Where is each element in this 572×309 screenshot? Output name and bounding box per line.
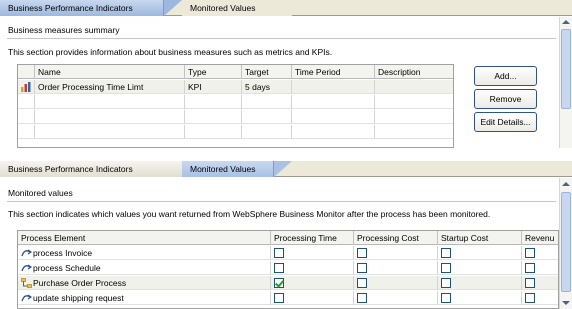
business-performance-editor: Business Performance Indicators Monitore… — [0, 0, 572, 148]
process-element-cell: Purchase Order Process — [18, 276, 271, 290]
tab-label: Monitored Values — [190, 3, 256, 13]
process-task-icon — [21, 264, 32, 272]
startup-cost-checkbox[interactable] — [441, 263, 451, 273]
process-element-cell: update shipping request — [18, 291, 271, 305]
table-row-empty — [18, 110, 453, 124]
tab-divider — [164, 0, 182, 16]
section-divider — [7, 201, 556, 202]
processing-time-checkbox[interactable] — [274, 248, 284, 258]
processing-cost-checkbox[interactable] — [357, 293, 367, 303]
processing-cost-checkbox[interactable] — [357, 248, 367, 258]
table-row-empty — [18, 125, 453, 139]
processing-cost-checkbox[interactable] — [357, 278, 367, 288]
monitored-values-editor: Business Performance Indicators Monitore… — [0, 161, 572, 309]
measure-name: Order Processing Time Limt — [35, 80, 185, 94]
processing-time-checkbox[interactable] — [274, 263, 284, 273]
measure-description — [375, 80, 453, 94]
startup-cost-checkbox[interactable] — [441, 293, 451, 303]
column-header-time-period[interactable]: Time Period — [292, 65, 375, 79]
table-row[interactable]: process Schedule — [18, 261, 558, 275]
vertical-scrollbar[interactable] — [559, 178, 572, 309]
scrollbar-thumb[interactable] — [561, 192, 571, 292]
section-description: This section indicates which values you … — [8, 209, 491, 219]
column-header-process-element[interactable]: Process Element — [18, 231, 271, 245]
startup-cost-checkbox[interactable] — [441, 248, 451, 258]
section-title: Business measures summary — [8, 25, 120, 35]
revenue-checkbox[interactable] — [525, 248, 535, 258]
add-button[interactable]: Add... — [474, 66, 537, 86]
process-element-label: process Invoice — [33, 248, 93, 258]
column-header-processing-time[interactable]: Processing Time — [271, 231, 354, 245]
tab-label: Business Performance Indicators — [8, 3, 133, 13]
process-task-icon — [21, 294, 32, 302]
monitored-values-table[interactable]: Process Element Processing Time Processi… — [17, 230, 559, 309]
column-header-description[interactable]: Description — [375, 65, 453, 79]
processing-time-checkbox[interactable] — [274, 293, 284, 303]
scroll-up-arrow-icon[interactable] — [562, 182, 570, 186]
vertical-scrollbar[interactable] — [559, 17, 572, 148]
remove-button[interactable]: Remove — [474, 89, 537, 109]
business-measures-table[interactable]: Name Type Target Time Period Description… — [17, 64, 454, 148]
measure-time-period — [292, 80, 375, 94]
column-header-revenue[interactable]: Revenu — [522, 231, 558, 245]
table-row-empty — [18, 95, 453, 109]
editor-tab-bar: Business Performance Indicators Monitore… — [0, 161, 572, 177]
revenue-checkbox[interactable] — [525, 293, 535, 303]
process-task-icon — [21, 249, 32, 257]
tab-business-performance-indicators[interactable]: Business Performance Indicators — [0, 0, 164, 16]
table-row[interactable]: Purchase Order Process — [18, 276, 558, 290]
revenue-checkbox[interactable] — [525, 263, 535, 273]
section-title: Monitored values — [8, 188, 73, 198]
table-row[interactable]: Order Processing Time Limt KPI 5 days — [18, 80, 453, 94]
editor-tab-bar: Business Performance Indicators Monitore… — [0, 0, 572, 16]
edit-details-button[interactable]: Edit Details... — [474, 112, 537, 132]
column-header-startup-cost[interactable]: Startup Cost — [438, 231, 522, 245]
table-row[interactable]: update shipping request — [18, 291, 558, 305]
process-element-label: process Schedule — [33, 263, 101, 273]
tab-divider — [274, 161, 292, 177]
section-divider — [7, 38, 556, 39]
process-element-label: Purchase Order Process — [33, 278, 127, 288]
table-row[interactable]: process Invoice — [18, 246, 558, 260]
table-header-row: Name Type Target Time Period Description — [18, 65, 453, 79]
panel-separator — [0, 148, 572, 161]
measure-target: 5 days — [242, 80, 292, 94]
column-header-processing-cost[interactable]: Processing Cost — [354, 231, 438, 245]
column-header-name[interactable]: Name — [35, 65, 185, 79]
tab-label: Monitored Values — [190, 164, 256, 174]
tab-monitored-values[interactable]: Monitored Values — [182, 161, 274, 177]
scroll-up-arrow-icon[interactable] — [562, 20, 570, 24]
tab-business-performance-indicators[interactable]: Business Performance Indicators — [0, 161, 182, 177]
tab-monitored-values[interactable]: Monitored Values — [182, 0, 292, 16]
measure-type: KPI — [185, 80, 242, 94]
startup-cost-checkbox[interactable] — [441, 278, 451, 288]
process-flow-icon — [21, 278, 32, 288]
tab-label: Business Performance Indicators — [8, 164, 133, 174]
table-header-row: Process Element Processing Time Processi… — [18, 231, 558, 245]
column-header-type[interactable]: Type — [185, 65, 242, 79]
scroll-down-arrow-icon[interactable] — [562, 301, 570, 305]
process-element-label: update shipping request — [33, 293, 124, 303]
section-description: This section provides information about … — [8, 47, 333, 57]
processing-time-checkbox[interactable] — [274, 278, 284, 288]
revenue-checkbox[interactable] — [525, 278, 535, 288]
row-icon-cell — [18, 80, 35, 94]
process-element-cell: process Schedule — [18, 261, 271, 275]
process-element-cell: process Invoice — [18, 246, 271, 260]
column-header-target[interactable]: Target — [242, 65, 292, 79]
kpi-bar-chart-icon — [21, 82, 31, 92]
processing-cost-checkbox[interactable] — [357, 263, 367, 273]
column-header-icon[interactable] — [18, 65, 35, 79]
scrollbar-thumb[interactable] — [561, 29, 571, 109]
